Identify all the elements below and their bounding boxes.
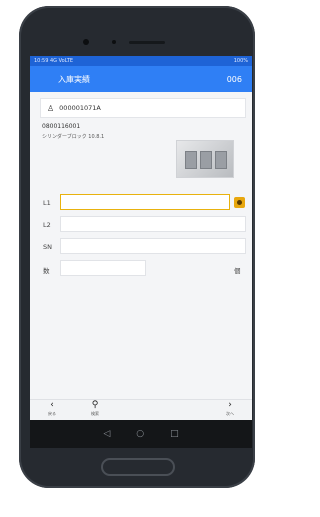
- qty-label: 数: [43, 267, 50, 275]
- camera-icon[interactable]: [234, 197, 245, 208]
- form-content: ♙ 000001071A 0800116001 シリンダーブロック 10.8.1…: [30, 92, 252, 400]
- l1-label: L1: [43, 199, 51, 207]
- quantity-input[interactable]: [60, 260, 146, 276]
- l2-input[interactable]: [60, 216, 246, 232]
- page-title: 入庫実績: [58, 74, 90, 84]
- system-nav-bar: ◁ ○ □: [30, 420, 252, 448]
- nav-recent-icon[interactable]: □: [170, 429, 179, 439]
- search-label: 検索: [91, 411, 99, 416]
- product-code: 0800116001: [42, 123, 81, 130]
- status-left: 10:59 4G VoLTE: [34, 58, 74, 64]
- sn-label: SN: [43, 243, 52, 251]
- sn-input[interactable]: [60, 238, 246, 254]
- product-image: [176, 140, 234, 178]
- back-button[interactable]: ‹ 戻る: [40, 400, 64, 420]
- earpiece-speaker: [129, 41, 165, 44]
- order-icon: ♙: [47, 103, 55, 113]
- l2-label: L2: [43, 221, 51, 229]
- back-label: 戻る: [48, 411, 56, 416]
- search-button[interactable]: ⚲ 検索: [83, 400, 107, 420]
- chevron-left-icon: ‹: [50, 400, 54, 410]
- proximity-sensor: [112, 40, 116, 44]
- app-screen: 10:59 4G VoLTE 100% 入庫実績 006 ♙ 000001071…: [30, 56, 252, 448]
- search-icon: ⚲: [91, 400, 99, 410]
- nav-back-icon[interactable]: ◁: [103, 429, 110, 439]
- chevron-right-icon: ›: [228, 400, 232, 410]
- next-label: 次へ: [226, 411, 234, 416]
- status-bar: 10:59 4G VoLTE 100%: [30, 56, 252, 66]
- nav-home-icon[interactable]: ○: [136, 429, 144, 439]
- front-camera: [83, 39, 89, 45]
- status-right: 100%: [233, 58, 248, 64]
- count-badge[interactable]: 006: [227, 75, 242, 84]
- app-bar: 入庫実績 006: [30, 66, 252, 92]
- bottom-toolbar: ‹ 戻る ⚲ 検索 › 次へ: [30, 399, 252, 420]
- order-number: 000001071A: [59, 104, 101, 112]
- order-row[interactable]: ♙ 000001071A: [40, 98, 246, 118]
- unit-label: 個: [234, 267, 241, 275]
- l1-input[interactable]: [60, 194, 230, 210]
- product-name: シリンダーブロック 10.8.1: [42, 134, 105, 140]
- hardware-home-button[interactable]: [101, 458, 175, 476]
- next-button[interactable]: › 次へ: [218, 400, 242, 420]
